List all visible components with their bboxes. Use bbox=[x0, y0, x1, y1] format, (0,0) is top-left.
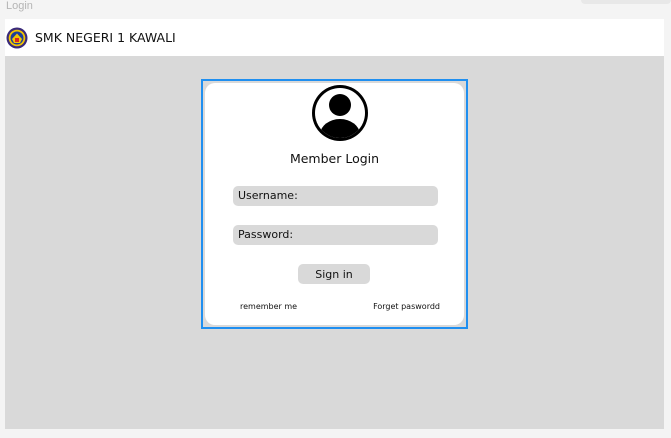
login-card: Member Login Sign in remember me Forget … bbox=[205, 83, 464, 325]
top-right-tab bbox=[581, 0, 671, 4]
school-name: SMK NEGERI 1 KAWALI bbox=[35, 30, 176, 45]
school-emblem-icon bbox=[6, 27, 28, 49]
forgot-password-link[interactable]: Forget paswordd bbox=[373, 302, 440, 311]
user-avatar-icon bbox=[310, 83, 370, 143]
window-title: Login bbox=[6, 0, 33, 12]
login-title: Member Login bbox=[289, 151, 380, 166]
username-input[interactable] bbox=[233, 186, 438, 206]
remember-me-link[interactable]: remember me bbox=[240, 302, 297, 311]
sign-in-button[interactable]: Sign in bbox=[298, 264, 370, 284]
header-bar: SMK NEGERI 1 KAWALI bbox=[5, 19, 664, 56]
password-input[interactable] bbox=[233, 225, 438, 245]
login-panel: Member Login Sign in remember me Forget … bbox=[201, 79, 468, 329]
